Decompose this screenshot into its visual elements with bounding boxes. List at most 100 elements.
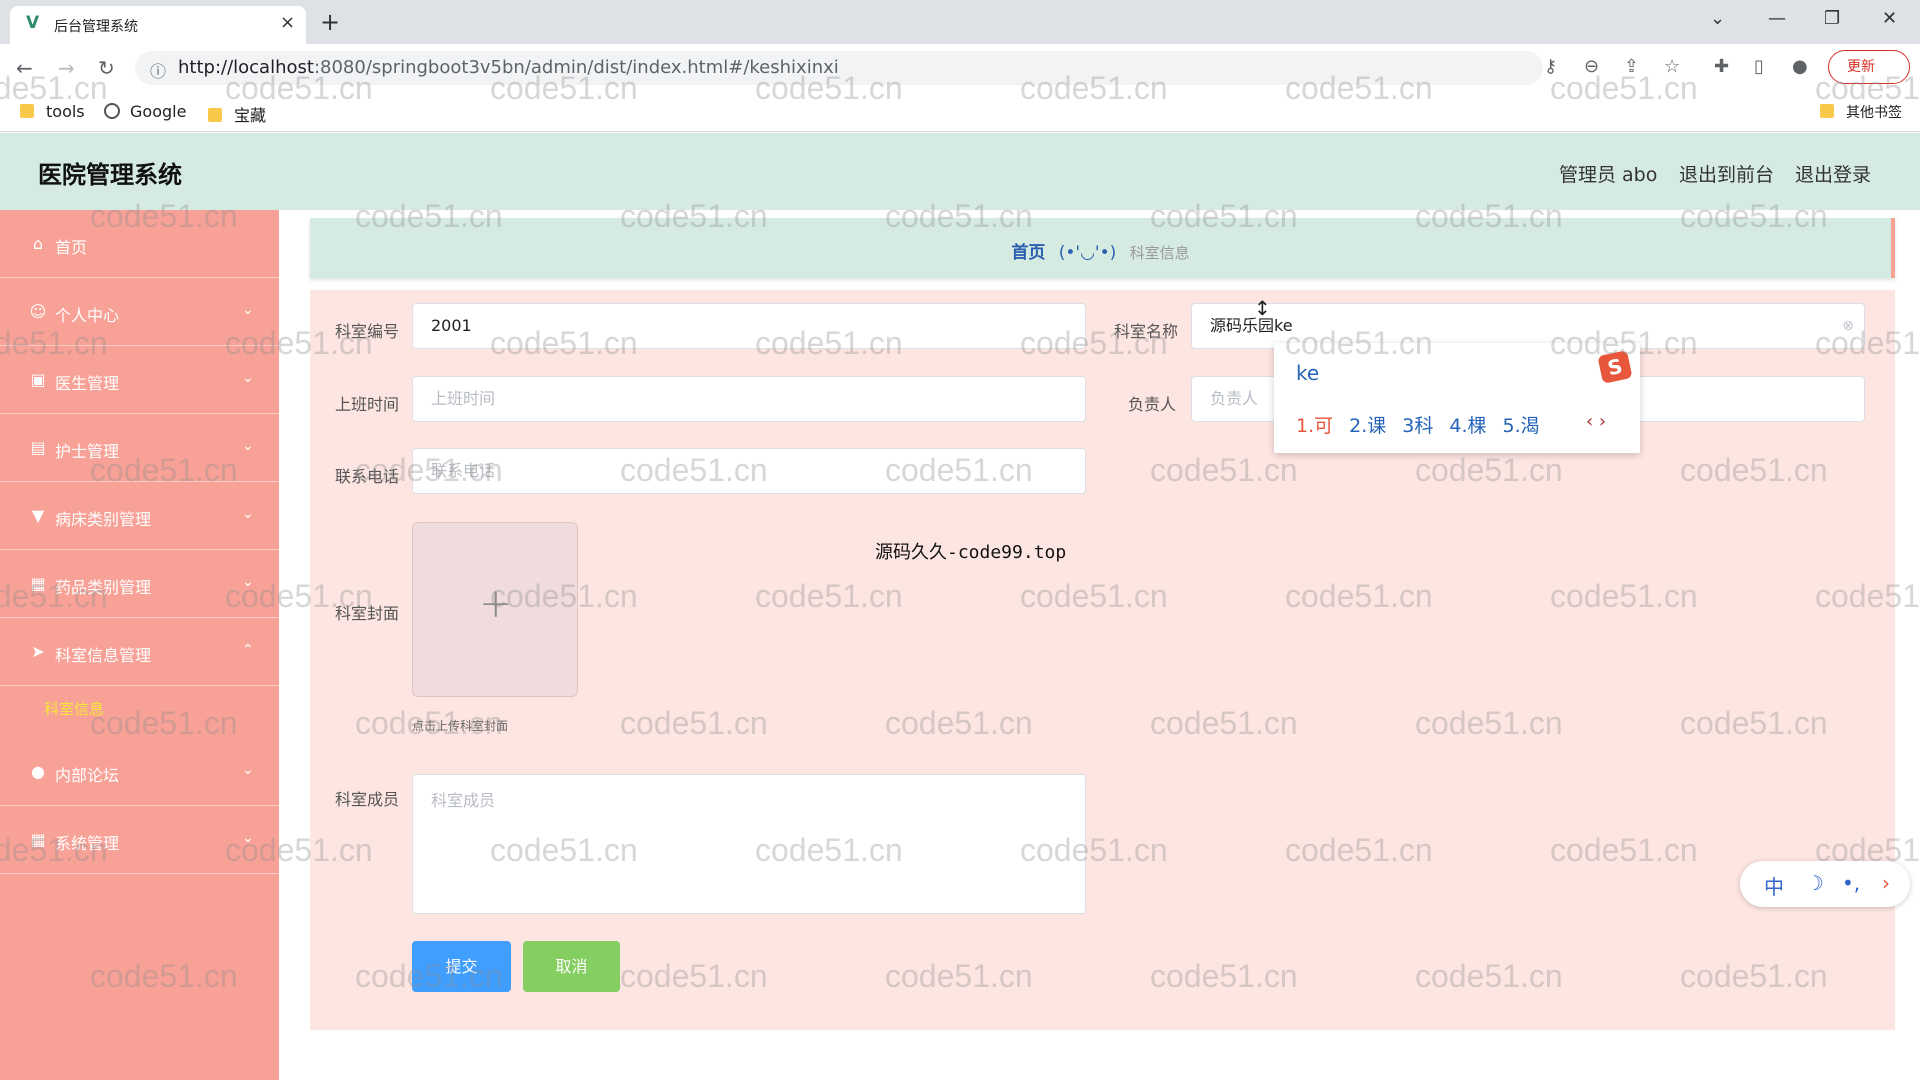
menu-icon: ● <box>31 762 45 781</box>
globe-icon <box>104 103 120 119</box>
back-to-front-link[interactable]: 退出到前台 <box>1679 160 1774 187</box>
members-textarea[interactable]: 科室成员 <box>412 774 1086 914</box>
dept-name-value: 源码乐园ke <box>1210 316 1293 335</box>
url-path: :8080/springboot3v5bn/admin/dist/index.h… <box>313 57 839 78</box>
sidebar-item[interactable]: ▼ 病床类别管理 ⌄ <box>0 482 279 550</box>
ime-moon-icon[interactable]: ☽ <box>1806 871 1824 895</box>
site-info-icon[interactable]: ⓘ <box>150 58 166 82</box>
star-icon[interactable]: ☆ <box>1664 56 1680 77</box>
sidebar-item-label: 内部论坛 <box>55 766 120 785</box>
sidebar-item-label: 药品类别管理 <box>55 578 152 597</box>
url-text[interactable]: http://localhost:8080/springboot3v5bn/ad… <box>178 57 839 78</box>
profile-icon[interactable]: ● <box>1792 56 1808 77</box>
chevron-icon: ⌄ <box>242 830 254 846</box>
sidebar-item[interactable]: ☺ 个人中心 ⌄ <box>0 278 279 346</box>
breadcrumb: 首页 (•'◡'•) 科室信息 <box>310 218 1895 278</box>
extensions-icon[interactable]: ✚ <box>1714 56 1729 77</box>
forward-icon[interactable]: → <box>58 56 75 80</box>
vue-favicon-icon: V <box>26 13 40 33</box>
bookmark-tools[interactable]: tools <box>20 102 85 121</box>
folder-icon <box>20 104 34 118</box>
shift-time-label: 上班时间 <box>335 395 400 414</box>
cover-label: 科室封面 <box>335 604 400 623</box>
sidebar-item[interactable]: ⌂ 首页 <box>0 210 279 278</box>
chevron-icon: ⌄ <box>242 762 254 778</box>
source-note: 源码久久-code99.top <box>875 542 1067 563</box>
chevron-icon: ⌃ <box>242 642 254 658</box>
dept-no-input[interactable]: 2001 <box>412 303 1086 349</box>
cancel-button[interactable]: 取消 <box>523 941 620 992</box>
share-icon[interactable]: ⇪ <box>1624 56 1639 77</box>
ime-candidate[interactable]: 1.可 <box>1296 415 1333 437</box>
ime-candidates: 1.可 2.课 3科 4.棵 5.渴 <box>1296 411 1556 438</box>
submenu-item-dept-info[interactable]: 科室信息 <box>44 698 104 719</box>
ime-expand-icon[interactable]: › <box>1882 871 1890 895</box>
minimize-icon[interactable]: — <box>1768 8 1786 29</box>
ime-page-arrows-icon[interactable]: ‹ › <box>1586 411 1606 432</box>
ime-punct-icon[interactable]: •, <box>1842 871 1860 895</box>
close-window-icon[interactable]: ✕ <box>1882 8 1897 29</box>
menu-icon: ➤ <box>31 642 45 661</box>
tab-close-icon[interactable]: × <box>280 12 295 33</box>
breadcrumb-separator: (•'◡'•) <box>1058 243 1117 263</box>
app-title: 医院管理系统 <box>38 161 182 189</box>
ime-candidate[interactable]: 2.课 <box>1349 415 1386 437</box>
restore-icon[interactable]: ❐ <box>1824 8 1840 29</box>
sidebar-item-label: 医生管理 <box>55 374 120 393</box>
zoom-icon[interactable]: ⊖ <box>1584 56 1599 77</box>
reload-icon[interactable]: ↻ <box>98 56 115 80</box>
new-tab-button[interactable]: + <box>320 8 340 36</box>
url-host: http://localhost <box>178 57 314 78</box>
chevron-icon: ⌄ <box>242 370 254 386</box>
back-icon[interactable]: ← <box>16 56 33 80</box>
bookmark-others[interactable]: 其他书签 <box>1820 102 1902 122</box>
sidebar-item[interactable]: ➤ 科室信息管理 ⌃ <box>0 618 279 686</box>
clear-icon[interactable]: ⊗ <box>1842 304 1854 348</box>
sidebar-item[interactable]: ▦ 系统管理 ⌄ <box>0 806 279 874</box>
head-label: 负责人 <box>1128 395 1177 414</box>
bookmark-treasure[interactable]: 宝藏 <box>208 102 266 126</box>
ime-candidate-window: ke S 1.可 2.课 3科 4.棵 5.渴 ‹ › <box>1274 343 1640 453</box>
key-icon[interactable]: ⚷ <box>1544 56 1557 77</box>
chevron-icon: ⌄ <box>242 438 254 454</box>
sidebar-item[interactable]: ▣ 医生管理 ⌄ <box>0 346 279 414</box>
dept-name-label: 科室名称 <box>1114 322 1179 341</box>
dept-no-label: 科室编号 <box>335 322 400 341</box>
plus-icon: + <box>479 581 513 627</box>
members-label: 科室成员 <box>335 790 400 809</box>
browser-tab[interactable]: V 后台管理系统 × <box>10 6 306 44</box>
update-button[interactable]: 更新 <box>1828 50 1910 84</box>
ime-candidate[interactable]: 4.棵 <box>1449 415 1486 437</box>
breadcrumb-current: 科室信息 <box>1129 244 1190 262</box>
menu-icon: ☺ <box>29 302 47 321</box>
cover-upload-hint: 点击上传科室封面 <box>412 719 509 733</box>
folder-icon <box>1820 104 1834 118</box>
phone-label: 联系电话 <box>335 467 400 486</box>
sidebar-item[interactable]: ▦ 药品类别管理 ⌄ <box>0 550 279 618</box>
cover-upload[interactable]: + <box>412 522 578 697</box>
ime-candidate[interactable]: 5.渴 <box>1503 415 1540 437</box>
ime-status-bar[interactable]: 中 ☽ •, › <box>1740 861 1910 907</box>
admin-user-link[interactable]: 管理员 abo <box>1559 160 1657 187</box>
sidebar-item-label: 首页 <box>55 238 88 257</box>
tab-search-icon[interactable]: ⌄ <box>1710 8 1725 29</box>
sogou-logo-icon: S <box>1597 350 1633 384</box>
phone-input[interactable]: 联系电话 <box>412 448 1086 494</box>
sidebar-item[interactable]: ▤ 护士管理 ⌄ <box>0 414 279 482</box>
chevron-icon: ⌄ <box>242 574 254 590</box>
menu-icon: ▼ <box>31 506 45 525</box>
breadcrumb-home[interactable]: 首页 <box>1011 243 1045 263</box>
ime-chinese-mode[interactable]: 中 <box>1764 871 1784 900</box>
sidepanel-icon[interactable]: ▯ <box>1754 56 1764 77</box>
bookmark-google[interactable]: Google <box>104 102 186 121</box>
sidebar-item-label: 系统管理 <box>55 834 120 853</box>
menu-icon: ⌂ <box>32 234 44 253</box>
sidebar-item-label: 个人中心 <box>55 306 120 325</box>
sidebar-item[interactable]: ● 内部论坛 ⌄ <box>0 738 279 806</box>
logout-link[interactable]: 退出登录 <box>1795 160 1871 187</box>
ime-typed-text: ke <box>1296 361 1320 385</box>
shift-time-input[interactable]: 上班时间 <box>412 376 1086 422</box>
ime-candidate[interactable]: 3科 <box>1402 415 1433 437</box>
submit-button[interactable]: 提交 <box>412 941 511 992</box>
menu-icon: ▦ <box>30 574 46 593</box>
